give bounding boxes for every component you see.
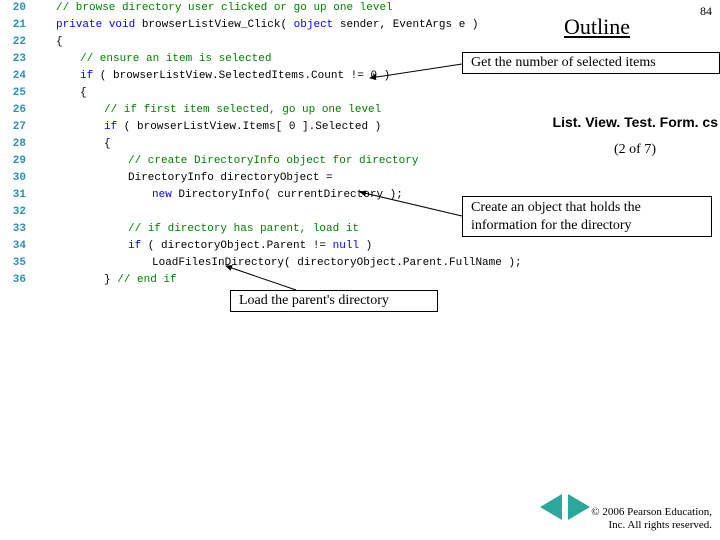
code-line-31: new DirectoryInfo( currentDirectory ); [32,187,403,204]
outline-heading: Outline [564,14,630,40]
code-line-36: } // end if [32,272,177,289]
code-line-24: if ( browserListView.SelectedItems.Count… [32,68,390,85]
code-line-22: { [32,34,63,51]
code-line-21: private void browserListView_Click( obje… [32,17,479,34]
code-line-23: // ensure an item is selected [32,51,271,68]
callout-directory-object: Create an object that holds the informat… [462,196,712,237]
callout-load-parent: Load the parent's directory [230,290,438,312]
code-line-20: // browse directory user clicked or go u… [32,0,393,17]
source-filename: List. View. Test. Form. cs [553,114,718,130]
code-line-28: { [32,136,111,153]
code-line-33: // if directory has parent, load it [32,221,359,238]
code-line-34: if ( directoryObject.Parent != null ) [32,238,372,255]
page-indicator: (2 of 7) [614,142,656,158]
next-slide-button[interactable] [568,494,590,520]
copyright-text: © 2006 Pearson Education, Inc. All right… [591,506,712,532]
prev-slide-button[interactable] [540,494,562,520]
code-line-27: if ( browserListView.Items[ 0 ].Selected… [32,119,381,136]
slide-number: 84 [700,4,712,19]
code-line-35: LoadFilesInDirectory( directoryObject.Pa… [32,255,522,272]
code-line-30: DirectoryInfo directoryObject = [32,170,333,187]
code-line-29: // create DirectoryInfo object for direc… [32,153,418,170]
code-line-26: // if first item selected, go up one lev… [32,102,381,119]
code-line-25: { [32,85,87,102]
callout-selected-items: Get the number of selected items [462,52,720,74]
code-block: 20// browse directory user clicked or go… [0,0,550,289]
nav-controls [540,494,590,520]
